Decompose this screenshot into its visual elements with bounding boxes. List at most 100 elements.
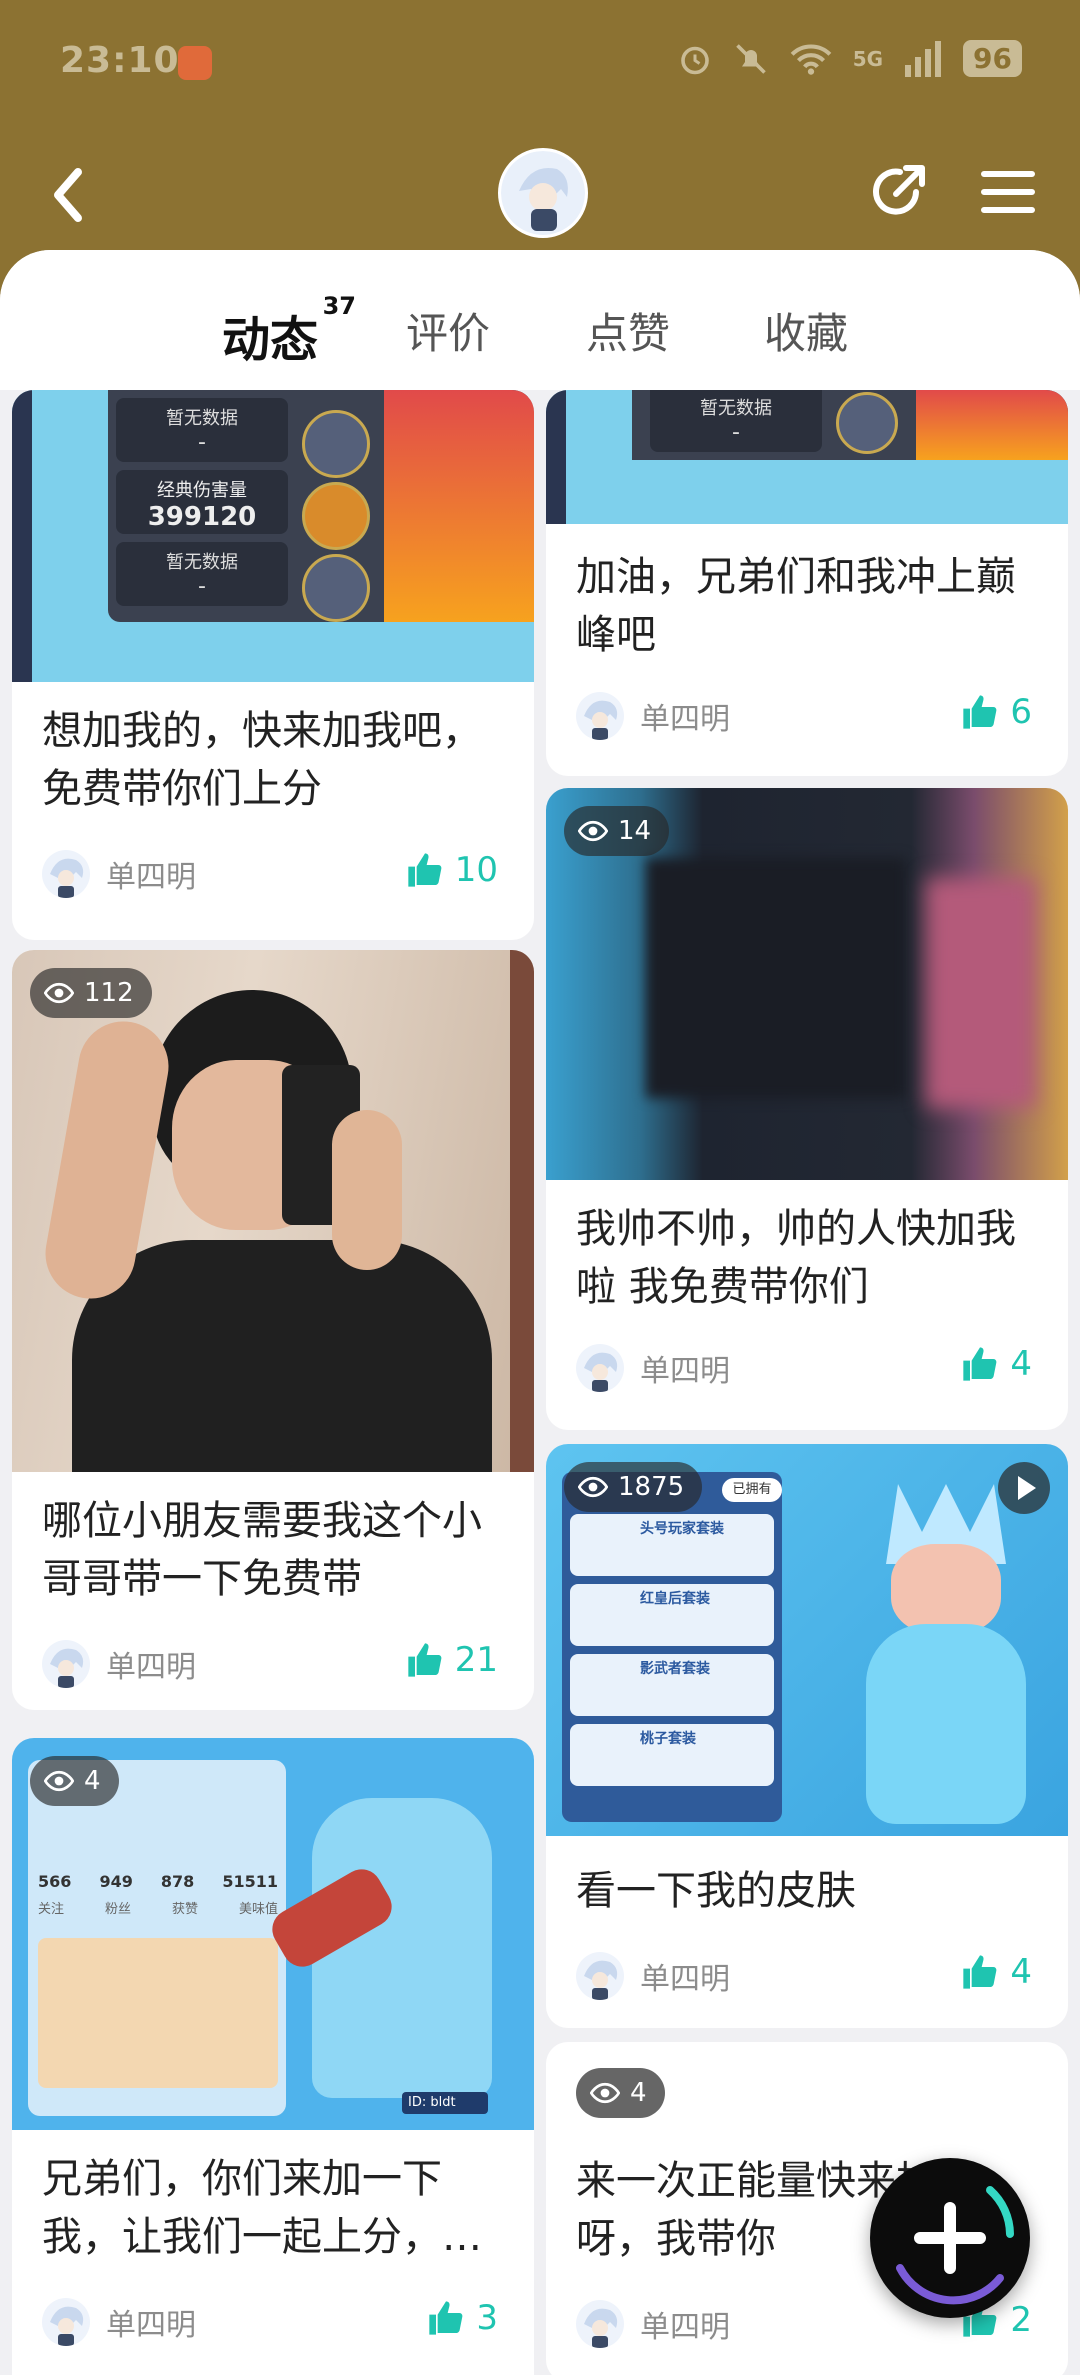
author-name: 单四明 [106,1650,196,1685]
stat-value: - [732,420,740,445]
profile-stat-label: 关注 [38,1902,65,1917]
author-avatar [42,2298,90,2346]
post-title: 兄弟们，你们来加一下我，让我们一起上分，… [42,2156,482,2260]
post-author[interactable]: 单四明 [42,2298,196,2346]
author-name: 单四明 [640,702,730,737]
view-count: 4 [630,2078,647,2108]
eye-icon [44,982,74,1004]
view-count-badge: 1875 [564,1462,703,1512]
post-image [12,950,534,1472]
thumbs-up-icon [963,695,997,729]
stat-label: 暂无数据 [166,552,238,573]
alarm-icon [680,46,709,74]
post-author[interactable]: 单四明 [576,1952,730,2000]
thumbs-up-icon [408,1643,442,1677]
author-avatar [42,1640,90,1688]
skin-item: 桃子套装 [570,1724,774,1786]
post-card[interactable]: 头号玩家套装 红皇后套装 影武者套装 桃子套装 已拥有 1875 看一下我的皮肤… [546,1444,1068,2028]
skin-item: 红皇后套装 [570,1584,774,1646]
like-count: 21 [454,1640,498,1680]
profile-avatar[interactable] [498,148,588,238]
like-button[interactable]: 21 [405,1640,498,1680]
like-count: 6 [1010,692,1032,732]
post-title: 加油，兄弟们和我冲上巅峰吧 [576,554,1016,658]
stat-label: 暂无数据 [166,408,238,429]
post-title: 我帅不帅，帅的人快加我啦 我免费带你们 [576,1206,1016,1310]
like-count: 4 [1010,1344,1032,1384]
post-author[interactable]: 单四明 [42,1640,196,1688]
post-author[interactable]: 单四明 [576,692,730,740]
tab-label: 收藏 [764,309,849,358]
stat-value: 399120 [147,502,257,532]
stat-value: - [198,430,206,455]
eye-icon [578,820,608,842]
post-title: 哪位小朋友需要我这个小哥哥带一下免费带 [42,1498,482,1602]
post-author[interactable]: 单四明 [576,1344,730,1392]
like-button[interactable]: 4 [960,1344,1032,1384]
like-count: 3 [476,2298,498,2338]
post-author[interactable]: 单四明 [576,2300,730,2348]
like-button[interactable]: 10 [405,850,498,890]
author-name: 单四明 [640,2310,730,2345]
chevron-left-icon [54,168,82,222]
battery-level: 96 [963,40,1022,77]
like-button[interactable]: 6 [960,692,1032,732]
status-bar: 23:10 5G 96 [0,0,1080,120]
author-name: 单四明 [640,1354,730,1389]
skin-item: 头号玩家套装 [570,1514,774,1576]
tab-dynamics[interactable]: 动态 37 [222,292,356,370]
play-icon [1018,1476,1036,1500]
thumbs-up-icon [963,1955,997,1989]
eye-icon [578,1476,608,1498]
back-button[interactable] [44,160,104,230]
view-count: 14 [618,816,652,846]
video-play-button[interactable] [998,1462,1050,1514]
tab-label: 评价 [406,309,491,358]
like-button[interactable]: 4 [960,1952,1032,1992]
profile-stat-label: 获赞 [171,1902,198,1917]
post-title: 想加我的，快来加我吧，免费带你们上分 [42,708,482,812]
tab-favorites[interactable]: 收藏 [764,300,848,361]
view-count: 112 [84,978,134,1008]
post-card[interactable]: 暂无数据 - 经典伤害量 399120 暂无数据 - 想加我的，快来加我吧，免费… [12,390,534,940]
post-card[interactable]: 14 我帅不帅，帅的人快加我啦 我免费带你们 单四明 4 [546,788,1068,1430]
signal-icon [905,40,942,77]
skin-item: 影武者套装 [570,1654,774,1716]
status-icons: 5G 96 [677,40,1022,77]
post-card[interactable]: 112 哪位小朋友需要我这个小哥哥带一下免费带 单四明 21 [12,950,534,1710]
post-card[interactable]: 566 949 878 51511 关注 粉丝 获赞 美味值 ID: bldt … [12,1738,534,2375]
view-count-badge: 14 [564,806,670,856]
post-image: 暂无数据 - 经典伤害量 399120 暂无数据 - [12,390,534,682]
profile-stat-label: 粉丝 [104,1902,131,1917]
profile-id: ID: bldt [402,2092,488,2114]
tab-label: 点赞 [586,309,671,358]
network-type: 5G [852,46,884,71]
like-count: 4 [1010,1952,1032,1992]
view-count-badge: 112 [30,968,152,1018]
profile-stat-label: 美味值 [238,1902,278,1917]
mute-icon [735,43,766,74]
author-avatar [576,692,624,740]
owned-badge: 已拥有 [722,1478,782,1502]
tab-reviews[interactable]: 评价 [406,300,490,361]
stat-label: 暂无数据 [700,398,772,419]
plus-icon [896,2186,1014,2305]
like-button[interactable]: 3 [426,2298,498,2338]
post-title: 看一下我的皮肤 [576,1868,856,1914]
create-post-button[interactable] [870,2158,1030,2318]
post-image: 暂无数据 - [546,390,1068,524]
tab-likes[interactable]: 点赞 [586,300,670,361]
like-count: 10 [454,850,498,890]
hamburger-icon [981,171,1035,213]
post-card[interactable]: 暂无数据 - 加油，兄弟们和我冲上巅峰吧 单四明 6 [546,390,1068,776]
status-time: 23:10 [60,40,180,81]
stat-label: 经典伤害量 [157,480,247,501]
author-name: 单四明 [106,2308,196,2343]
view-count: 1875 [618,1472,685,1502]
share-button[interactable] [866,158,932,224]
menu-button[interactable] [978,162,1038,222]
share-icon [873,165,925,215]
eye-icon [44,1770,74,1792]
author-avatar [42,850,90,898]
post-author[interactable]: 单四明 [42,850,196,898]
